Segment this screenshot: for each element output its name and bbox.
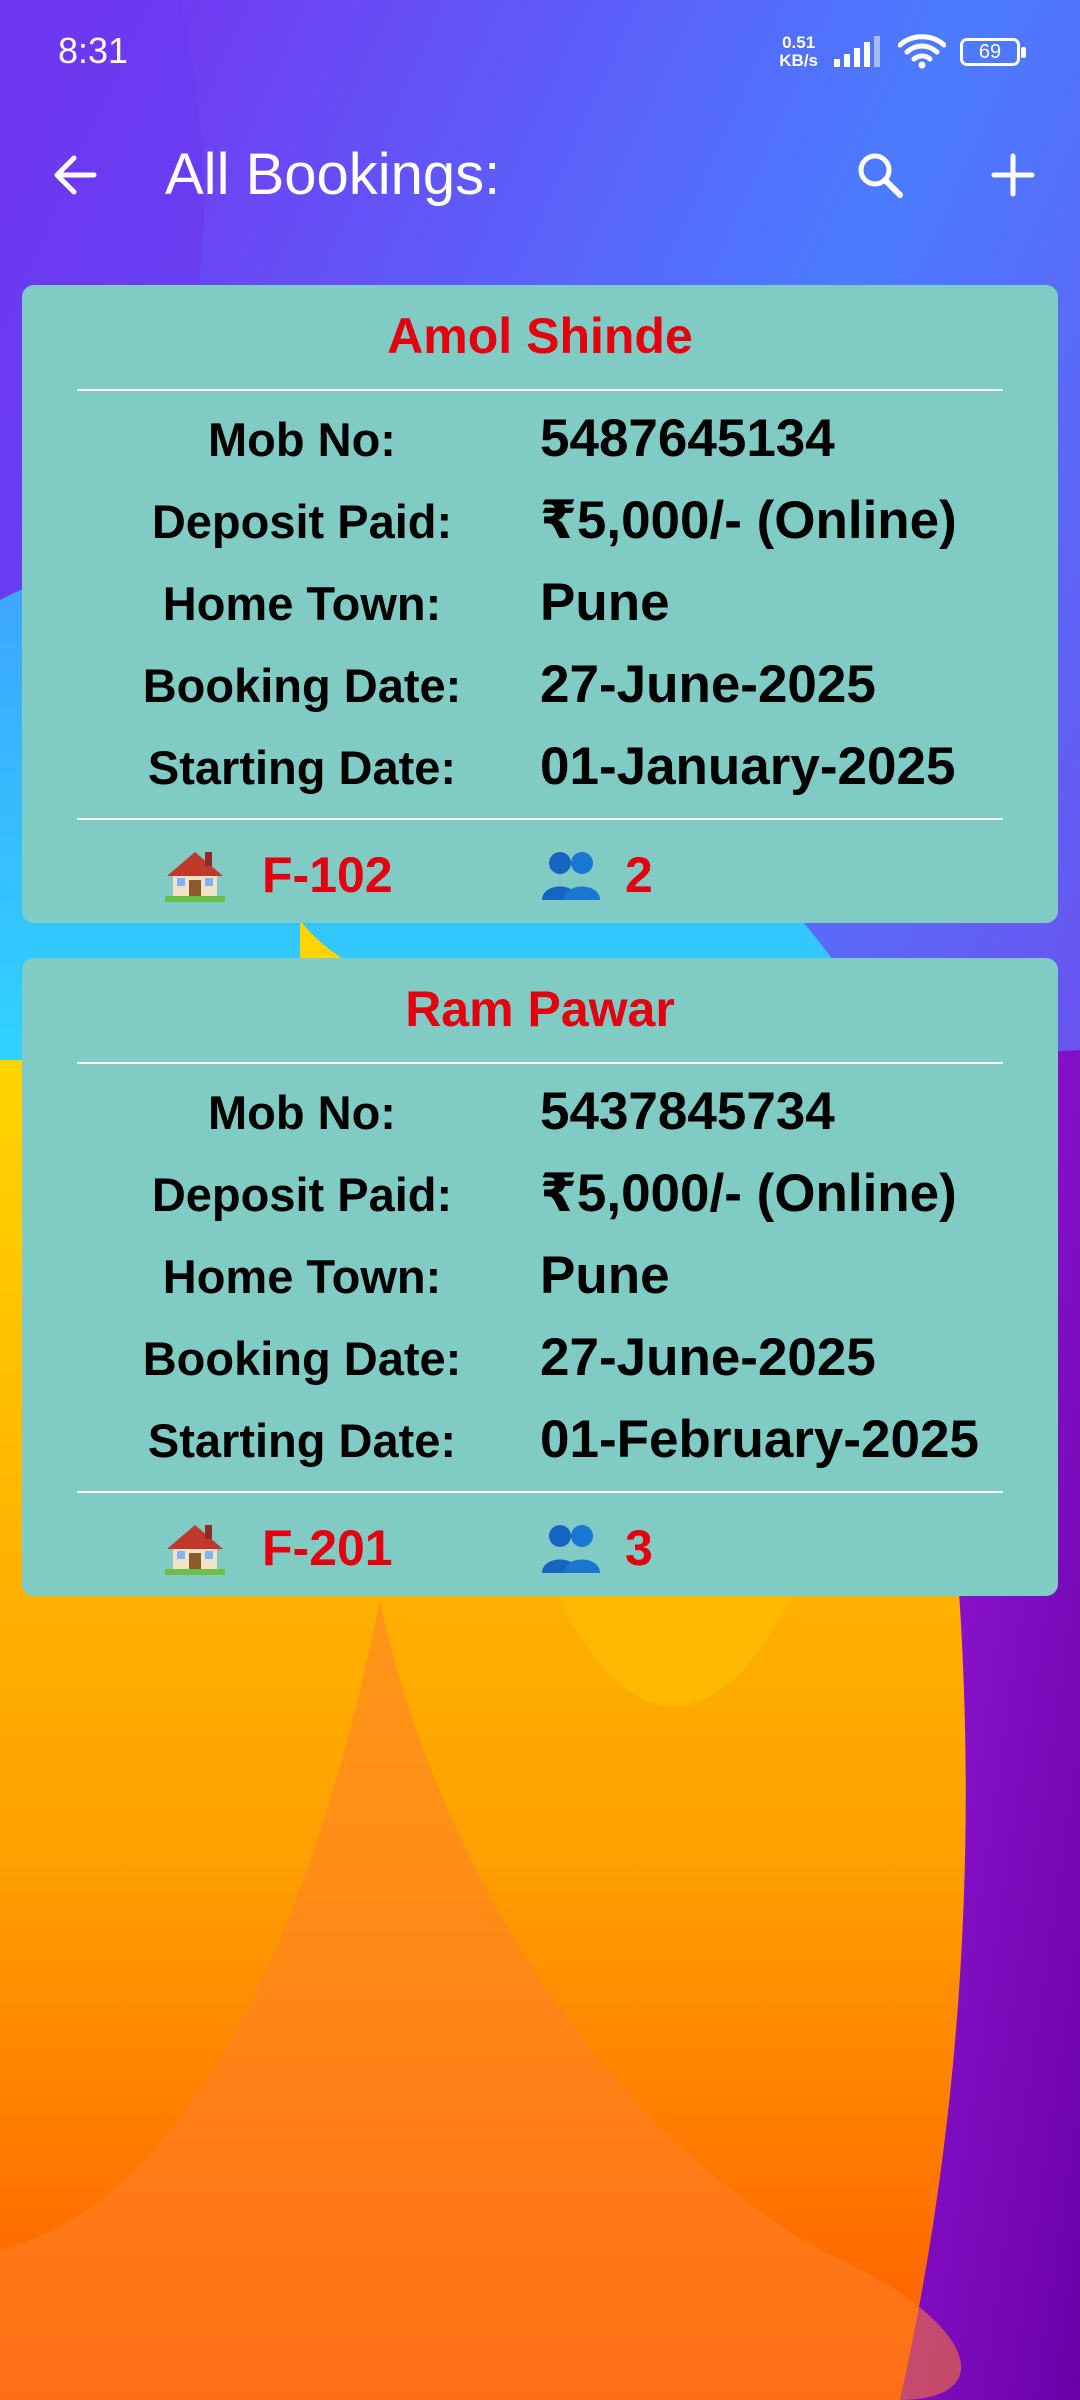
detail-value: ₹5,000/- (Online) [540,1164,957,1223]
detail-label: Deposit Paid: [151,495,453,548]
detail-label: Booking Date: [142,1332,462,1385]
detail-row-starting-date: Starting Date: 01-January-2025 [22,730,1058,810]
detail-label: Mob No: [208,413,396,466]
detail-value: 27-June-2025 [540,655,876,714]
house-icon [165,852,225,902]
card-footer: F-102 2 [22,840,1058,910]
signal-icon [834,36,880,67]
detail-row-deposit: Deposit Paid: ₹5,000/- (Online) [22,1157,1058,1237]
customer-name: Amol Shinde [387,308,693,364]
divider [77,389,1003,391]
detail-value: 5487645134 [540,409,835,468]
search-icon [858,153,903,198]
status-indicators: 0.51 KB/s 69 [779,34,1026,70]
house-icon [165,1525,225,1575]
detail-row-booking-date: Booking Date: 27-June-2025 [22,1321,1058,1401]
customer-name: Ram Pawar [405,981,675,1037]
network-speed-unit: KB/s [779,51,818,70]
people-icon [542,852,600,900]
detail-row-mobile: Mob No: 5437845734 [22,1075,1058,1155]
detail-label: Starting Date: [147,741,457,794]
status-bar: 8:31 0.51 KB/s 69 [0,0,1080,110]
detail-value: Pune [540,1246,670,1305]
detail-value: Pune [540,573,670,632]
detail-value: 01-January-2025 [540,737,956,796]
detail-row-mobile: Mob No: 5487645134 [22,402,1058,482]
booking-card[interactable]: Ram Pawar Mob No: 5437845734 Deposit Pai… [22,958,1058,1596]
status-time: 8:31 [58,30,129,71]
divider [77,818,1003,820]
network-speed-value: 0.51 [782,33,816,52]
card-footer: F-201 3 [22,1513,1058,1583]
page-title: All Bookings: [165,142,501,207]
detail-label: Deposit Paid: [151,1168,453,1221]
detail-value: 01-February-2025 [540,1410,979,1469]
add-booking-button[interactable] [978,140,1048,210]
detail-row-booking-date: Booking Date: 27-June-2025 [22,648,1058,728]
search-button[interactable] [845,140,915,210]
detail-label: Home Town: [162,1250,442,1303]
people-icon [542,1525,600,1573]
app-bar: All Bookings: [0,115,1080,235]
person-count: 2 [625,847,653,903]
detail-row-hometown: Home Town: Pune [22,1239,1058,1319]
divider [77,1062,1003,1064]
booking-card[interactable]: Amol Shinde Mob No: 5487645134 Deposit P… [22,285,1058,923]
detail-row-starting-date: Starting Date: 01-February-2025 [22,1403,1058,1483]
arrow-left-icon [54,155,97,195]
divider [77,1491,1003,1493]
flat-number: F-201 [262,1520,393,1576]
detail-value: ₹5,000/- (Online) [540,491,957,550]
wifi-icon [898,34,946,69]
flat-number: F-102 [262,847,393,903]
detail-value: 5437845734 [540,1082,835,1141]
detail-value: 27-June-2025 [540,1328,876,1387]
detail-row-hometown: Home Town: Pune [22,566,1058,646]
detail-label: Booking Date: [142,659,462,712]
detail-label: Starting Date: [147,1414,457,1467]
network-speed: 0.51 KB/s [779,34,818,70]
person-count: 3 [625,1520,653,1576]
detail-label: Mob No: [208,1086,396,1139]
detail-row-deposit: Deposit Paid: ₹5,000/- (Online) [22,484,1058,564]
plus-icon [991,153,1035,197]
back-button[interactable] [40,140,110,210]
battery-indicator: 69 [960,38,1026,66]
detail-label: Home Town: [162,577,442,630]
